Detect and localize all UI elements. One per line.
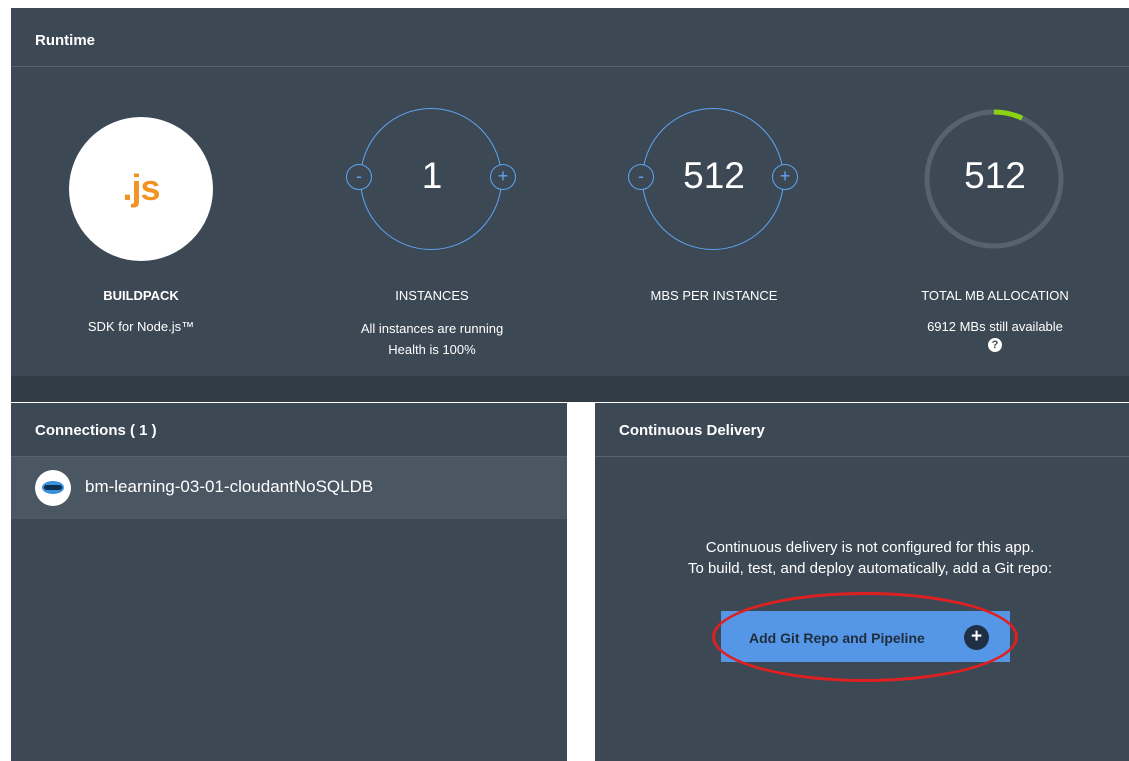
instances-label: INSTANCES — [395, 288, 469, 303]
add-git-repo-button-label: Add Git Repo and Pipeline — [749, 630, 925, 646]
instances-plus-button[interactable]: + — [490, 164, 516, 190]
total-availability: 6912 MBs still available ? — [895, 318, 1095, 352]
help-icon[interactable]: ? — [988, 338, 1002, 352]
panel-divider — [11, 376, 1129, 402]
connection-label: bm-learning-03-01-cloudantNoSQLDB — [85, 477, 374, 496]
connection-item[interactable]: bm-learning-03-01-cloudantNoSQLDB — [11, 457, 567, 519]
cloudant-icon — [35, 470, 71, 506]
buildpack-label: BUILDPACK — [103, 288, 179, 303]
connections-panel: Connections ( 1 ) bm-learning-03-01-clou… — [11, 403, 567, 761]
cd-message-line-1: Continuous delivery is not configured fo… — [705, 539, 1035, 556]
continuous-delivery-panel: Continuous Delivery Continuous delivery … — [595, 403, 1129, 761]
nodejs-logo-icon: .js — [69, 117, 213, 261]
buildpack-logo-text: .js — [122, 167, 160, 208]
instances-minus-button[interactable]: - — [346, 164, 372, 190]
instances-health-text: Health is 100% — [388, 342, 476, 357]
continuous-delivery-title: Continuous Delivery — [595, 403, 1129, 457]
buildpack-sdk: SDK for Node.js™ — [87, 319, 195, 334]
plus-icon: + — [964, 625, 989, 650]
runtime-title: Runtime — [11, 8, 1129, 67]
instances-running-text: All instances are running — [360, 321, 504, 336]
total-label: TOTAL MB ALLOCATION — [921, 288, 1069, 303]
instances-status: All instances are running Health is 100% — [332, 318, 532, 360]
connections-title: Connections ( 1 ) — [11, 403, 567, 457]
total-value: 512 — [964, 155, 1026, 196]
memory-minus-button[interactable]: - — [628, 164, 654, 190]
cd-message-line-2: To build, test, and deploy automatically… — [687, 560, 1053, 577]
memory-plus-button[interactable]: + — [772, 164, 798, 190]
total-available-text: 6912 MBs still available — [927, 319, 1063, 334]
add-git-repo-button[interactable]: Add Git Repo and Pipeline + — [721, 611, 1010, 662]
continuous-delivery-message: Continuous delivery is not configured fo… — [635, 537, 1105, 579]
memory-label: MBS PER INSTANCE — [650, 288, 778, 303]
